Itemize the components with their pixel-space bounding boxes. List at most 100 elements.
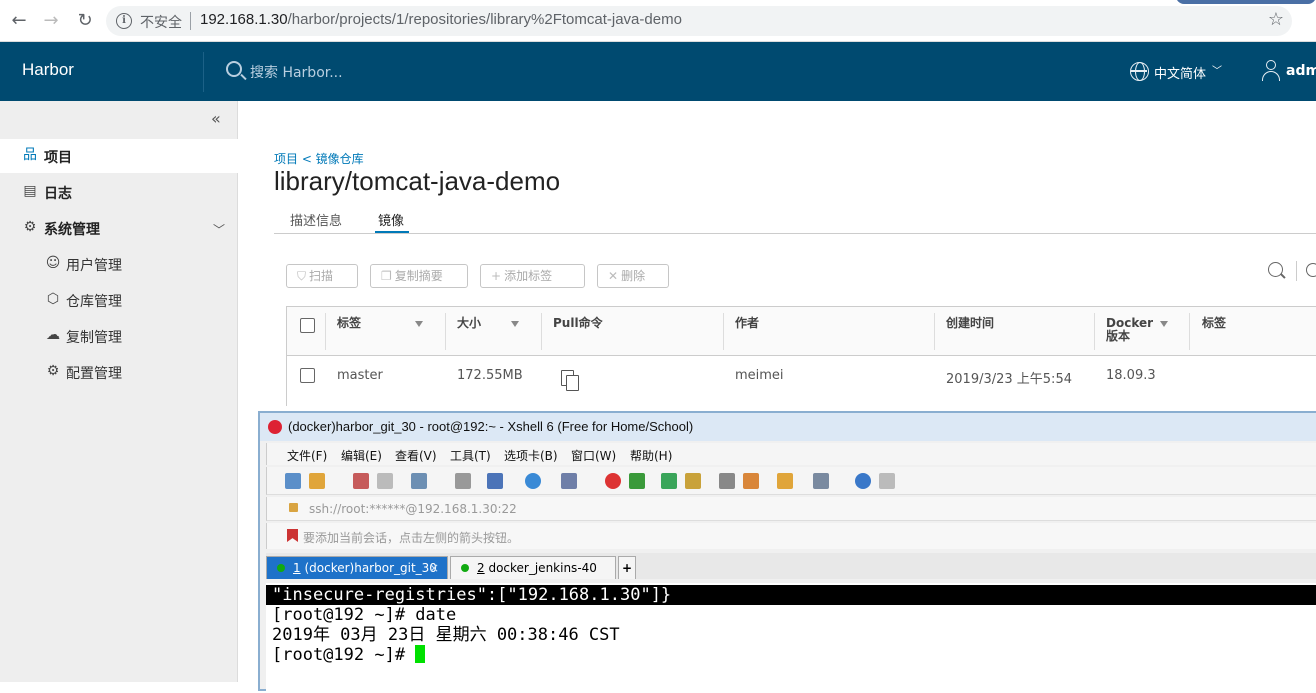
language-selector[interactable]: 中文简体 [1154,63,1206,82]
xmanager-icon[interactable] [629,473,645,489]
xshell-address-bar[interactable]: ssh://root:******@192.168.1.30:22 [266,497,1316,521]
select-all-checkbox[interactable] [300,318,315,333]
sidebar: « 品 项目 ▤ 日志 ⚙ 系统管理 ﹀ ☺ 用户管理 ⬡ 仓库管理 ☁ 复制管… [0,101,238,682]
column-header-tag[interactable]: 标签 [337,317,361,330]
session-tab-2[interactable]: 2 docker_jenkins-40 [450,556,616,579]
global-search-input[interactable]: 搜索 Harbor... [250,62,343,82]
reload-icon[interactable]: ↻ [74,10,96,32]
lock-icon[interactable] [685,473,701,489]
lock-icon [289,503,298,512]
menu-window[interactable]: 窗口(W) [571,447,616,464]
menu-view[interactable]: 查看(V) [395,447,437,464]
brand-logo[interactable]: Harbor [22,60,74,80]
sidebar-item-label: 仓库管理 [66,294,122,310]
menu-tools[interactable]: 工具(T) [450,447,491,464]
terminal-line: [root@192 ~]# date [272,605,457,625]
new-session-icon[interactable] [285,473,301,489]
filter-icon[interactable] [511,321,519,327]
properties-icon[interactable] [411,473,427,489]
sidebar-item-logs[interactable]: ▤ 日志 [0,177,238,207]
copy-digest-button[interactable]: ❐ 复制摘要 [370,264,468,288]
close-icon: ✕ [608,269,619,283]
open-folder-icon[interactable] [309,473,325,489]
xshell-titlebar[interactable]: (docker)harbor_git_30 - root@192:~ - Xsh… [260,413,1316,441]
copy-icon: ❐ [381,269,392,283]
tab-description[interactable]: 描述信息 [290,210,342,229]
row-checkbox[interactable] [300,368,315,383]
tab-images[interactable]: 镜像 [378,210,404,229]
url-text[interactable]: 192.168.1.30/harbor/projects/1/repositor… [200,11,682,28]
refresh-icon[interactable] [1306,263,1316,277]
find-icon[interactable] [455,473,471,489]
sidebar-item-label: 用户管理 [66,258,122,274]
menu-help[interactable]: 帮助(H) [630,447,672,464]
browser-profile-tab[interactable] [1176,0,1316,4]
bookmark-star-icon[interactable]: ☆ [1268,9,1284,30]
insecure-label: 不安全 [140,15,182,31]
xshell-logo-icon [268,420,282,434]
add-label-button[interactable]: + 添加标签 [480,264,585,288]
font-icon[interactable] [561,473,577,489]
sidebar-item-registries[interactable]: ⬡ 仓库管理 [0,285,238,315]
disconnect-icon[interactable] [377,473,393,489]
help-icon[interactable] [855,473,871,489]
connected-icon [277,564,285,572]
chevron-down-icon[interactable]: ﹀ [1212,62,1222,77]
column-header-docker[interactable]: Docker 版本 [1106,317,1153,343]
session-tab-label: (docker)harbor_git_30 [300,561,437,575]
scan-button[interactable]: ⛉ 扫描 [286,264,358,288]
chat-icon[interactable] [879,473,895,489]
collapse-sidebar-icon[interactable]: « [211,109,221,128]
reconnect-icon[interactable] [353,473,369,489]
cell-created: 2019/3/23 上午5:54 [946,372,1072,387]
transfer-icon[interactable] [777,473,793,489]
breadcrumb[interactable]: 项目 < 镜像仓库 [274,150,364,167]
forward-icon[interactable]: → [40,10,62,32]
menu-file[interactable]: 文件(F) [287,447,327,464]
page-title: library/tomcat-java-demo [274,166,561,196]
column-header-pull: Pull命令 [553,316,603,330]
column-header-author[interactable]: 作者 [735,317,759,330]
close-tab-icon[interactable]: × [429,557,439,579]
sidebar-item-label: 配置管理 [66,366,122,382]
xshell-toolbar [266,467,1316,495]
filter-icon[interactable] [1160,321,1168,327]
sidebar-item-users[interactable]: ☺ 用户管理 [0,249,238,279]
globe-icon[interactable] [525,473,541,489]
app-header: Harbor 搜索 Harbor... 中文简体 ﹀ adm [0,42,1316,101]
column-separator [723,313,724,350]
user-icon[interactable] [1262,60,1280,82]
layout-icon[interactable] [487,473,503,489]
filter-icon[interactable] [415,321,423,327]
column-header-created[interactable]: 创建时间 [946,317,994,330]
menu-edit[interactable]: 编辑(E) [341,447,382,464]
xftp-icon[interactable] [605,473,621,489]
terminal-prompt-line: [root@192 ~]# [272,645,426,665]
menu-tabs[interactable]: 选项卡(B) [504,447,558,464]
username[interactable]: adm [1286,63,1316,79]
info-icon[interactable]: i [116,13,132,29]
chevron-down-icon[interactable]: ﹀ [213,221,225,238]
highlight-icon[interactable] [743,473,759,489]
sidebar-item-config[interactable]: ⚙ 配置管理 [0,357,238,387]
sidebar-item-admin[interactable]: ⚙ 系统管理 [0,213,238,243]
tile-icon[interactable] [813,473,829,489]
delete-button[interactable]: ✕ 删除 [597,264,669,288]
keyboard-icon[interactable] [719,473,735,489]
docker-header-line2: 版本 [1106,329,1131,343]
sidebar-item-projects[interactable]: 品 项目 [0,141,238,171]
terminal[interactable]: "insecure-registries":["192.168.1.30"]} … [266,583,1316,693]
cell-tag[interactable]: master [337,368,383,383]
address-bar[interactable]: i 不安全 192.168.1.30/harbor/projects/1/rep… [106,6,1292,36]
search-icon[interactable] [1268,262,1283,277]
session-tab-label: docker_jenkins-40 [484,561,597,575]
copy-icon-front[interactable] [566,375,579,391]
add-label-label: 添加标签 [504,269,553,283]
column-header-size[interactable]: 大小 [457,317,481,330]
fullscreen-icon[interactable] [661,473,677,489]
add-session-arrow-icon[interactable] [287,529,298,542]
back-icon[interactable]: ← [8,10,30,32]
new-tab-button[interactable]: + [618,556,636,579]
sidebar-item-replication[interactable]: ☁ 复制管理 [0,321,238,351]
session-tab-1[interactable]: 1 (docker)harbor_git_30 × [266,556,448,579]
